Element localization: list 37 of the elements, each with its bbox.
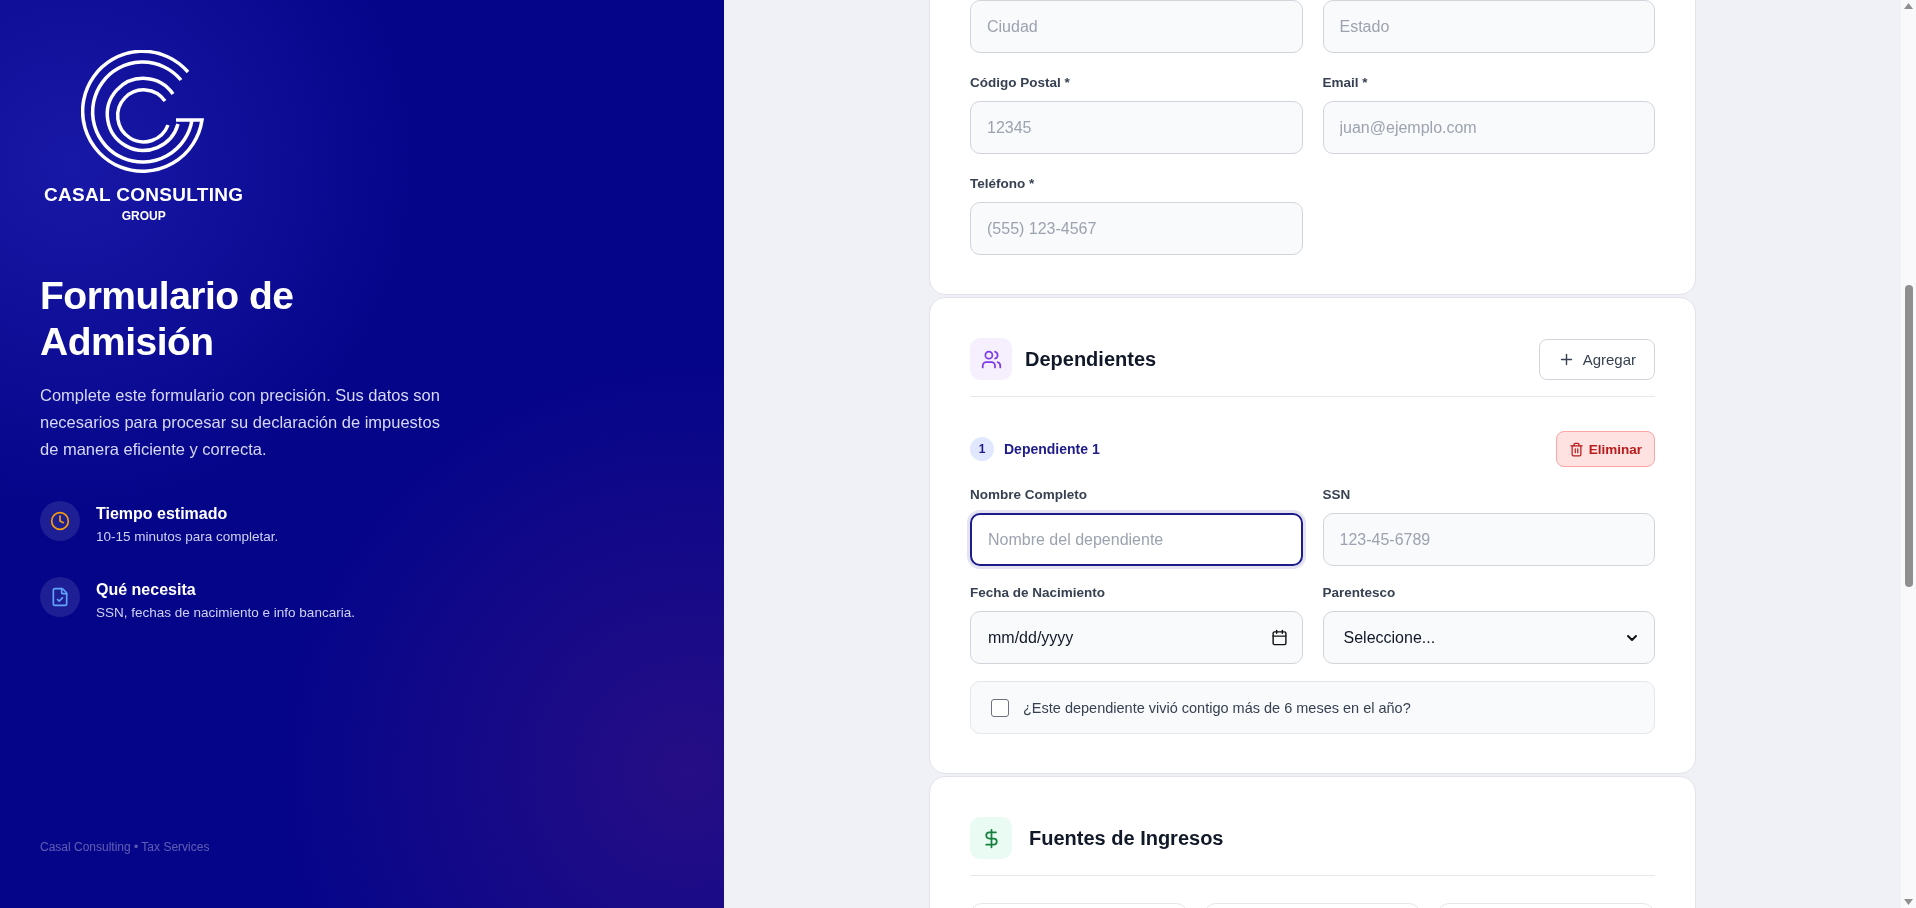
section-title: Dependientes xyxy=(1025,347,1158,371)
info-text: SSN, fechas de nacimiento e info bancaria. xyxy=(96,605,355,620)
checkbox[interactable] xyxy=(991,698,1009,717)
add-button[interactable]: Agregar xyxy=(1538,338,1655,380)
remove-button[interactable]: Eliminar xyxy=(1555,431,1655,467)
clock-icon xyxy=(50,511,70,531)
scroll-thumb[interactable] xyxy=(1904,285,1913,587)
field-label: SSN xyxy=(1322,486,1352,504)
footer-text: Casal Consulting • Tax Services xyxy=(40,840,211,854)
intro-text: Complete este formulario con precisión. Sus datos son necesarios para procesar su declaración de impuestos de manera eficiente y correcta. xyxy=(40,385,440,460)
logo-icon xyxy=(80,50,207,176)
checkbox-label: ¿Este dependiente vivió contigo más de 6 meses en el año? xyxy=(1023,699,1411,716)
scroll-down-icon[interactable] xyxy=(1904,899,1913,905)
date-field[interactable]: mm/dd/yyyy xyxy=(970,611,1303,664)
dependent-title: Dependiente 1 xyxy=(1004,441,1101,457)
document-check-icon xyxy=(50,587,70,607)
field-label: Nombre Completo xyxy=(970,486,1088,504)
brand-subtitle: GROUP xyxy=(121,209,166,223)
scrollbar[interactable] xyxy=(1901,0,1916,908)
field-label: Email * xyxy=(1322,74,1369,92)
section-title: Fuentes de Ingresos xyxy=(1029,826,1225,850)
field-label: Parentesco xyxy=(1322,584,1397,602)
scroll-up-icon[interactable] xyxy=(1904,3,1913,9)
info-title: Tiempo estimado xyxy=(96,505,229,523)
calendar-icon[interactable] xyxy=(1270,629,1288,646)
info-title: Qué necesita xyxy=(96,581,197,599)
field-label: Fecha de Nacimiento xyxy=(970,584,1107,602)
trash-icon xyxy=(1568,441,1584,457)
field-label: Código Postal * xyxy=(970,74,1071,92)
users-icon xyxy=(980,348,1002,370)
page-title: Formulario de Admisión xyxy=(40,273,295,365)
number-badge: 1 xyxy=(970,437,994,461)
field-label: Teléfono * xyxy=(970,175,1036,193)
info-text: 10-15 minutos para completar. xyxy=(96,529,279,544)
brand-name: CASAL CONSULTING xyxy=(44,184,244,206)
text-field[interactable]: Nombre del dependiente xyxy=(970,513,1303,566)
relationship-select[interactable]: Seleccione... xyxy=(1322,611,1655,664)
